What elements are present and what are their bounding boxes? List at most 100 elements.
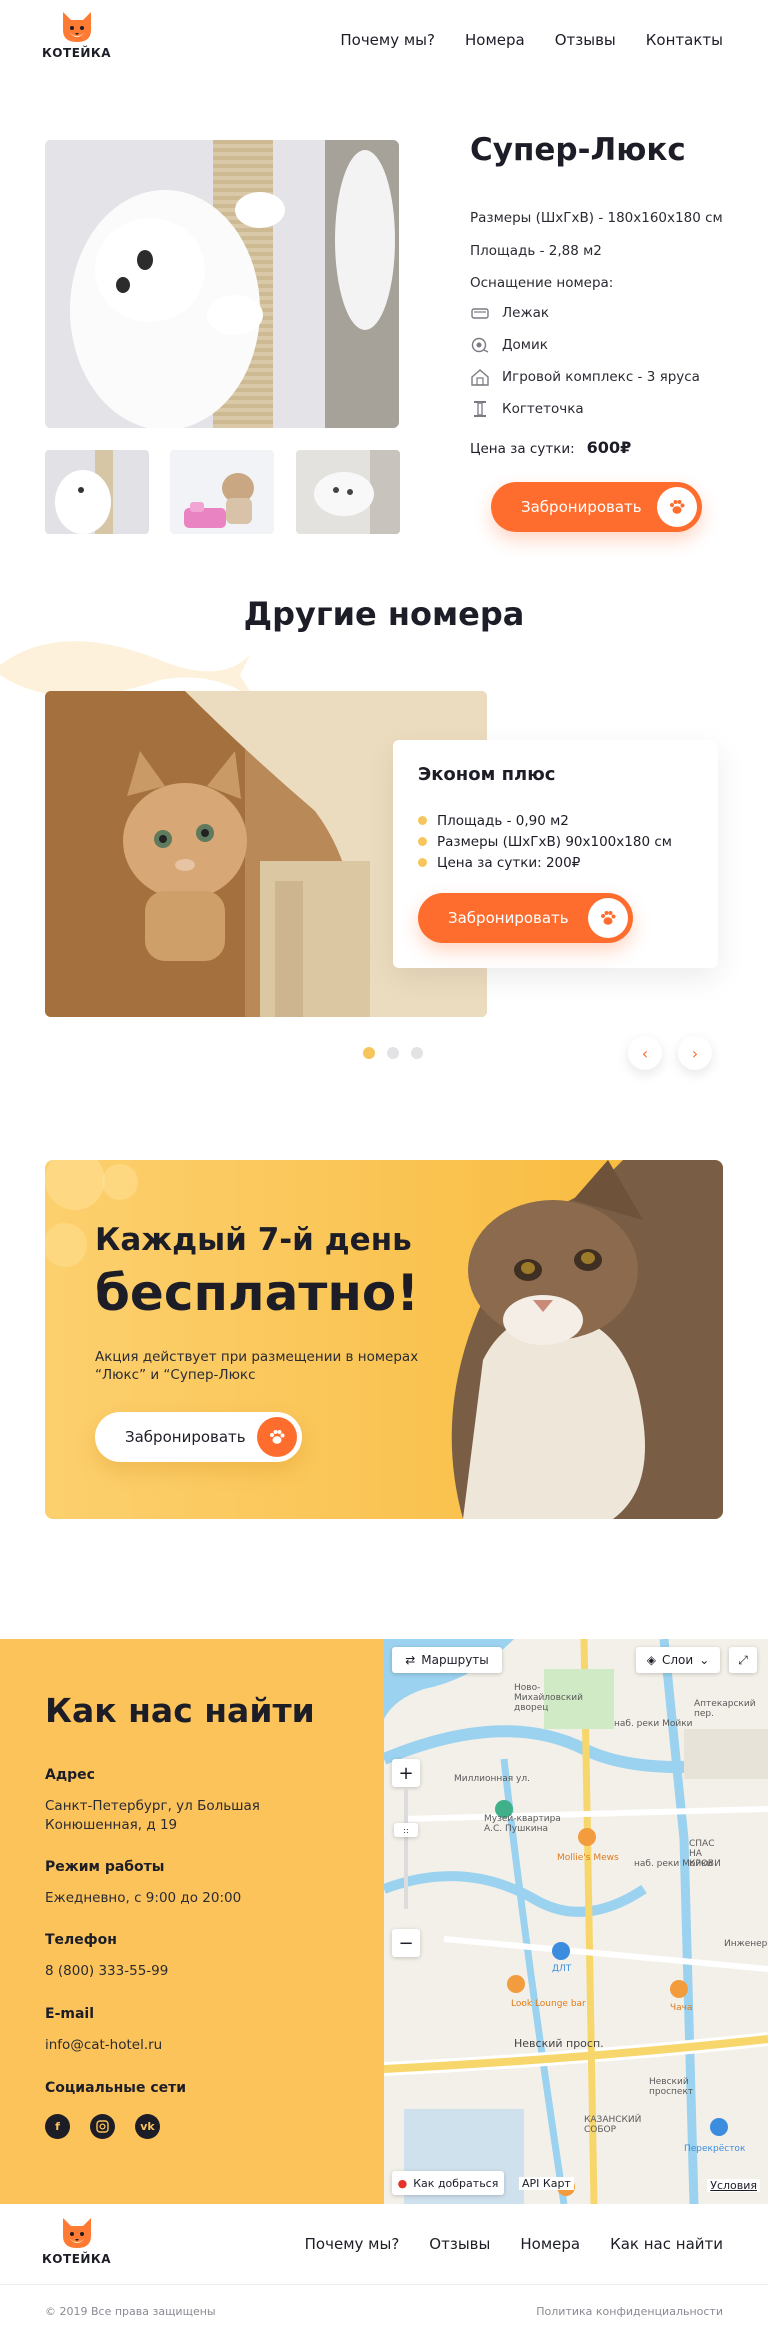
- slider-dot[interactable]: [411, 1047, 423, 1059]
- equipment-item-house: Домик: [470, 336, 548, 354]
- nav-link-contacts[interactable]: Контакты: [646, 31, 723, 49]
- chevron-left-icon: ‹: [641, 1043, 649, 1063]
- promo-headline-big: бесплатно!: [95, 1264, 420, 1322]
- hours-value: Ежедневно, с 9:00 до 20:00: [45, 1890, 242, 1906]
- promo-banner: Каждый 7-й день бесплатно! Акция действу…: [45, 1160, 723, 1519]
- tabby-cat-photo: [451, 1160, 723, 1519]
- zoom-slider[interactable]: [404, 1789, 408, 1909]
- copyright: © 2019 Все права защищены: [45, 2305, 216, 2318]
- map-label: Аптекарский пер.: [694, 1699, 756, 1719]
- room-card-book-button[interactable]: Забронировать: [418, 893, 633, 943]
- logo-text: КОТЕЙКА: [42, 46, 112, 60]
- room-card-title: Эконом плюс: [418, 764, 556, 785]
- address-label: Адрес: [45, 1767, 95, 1783]
- bullet-icon: [418, 837, 427, 846]
- route-icon: ⇄: [405, 1653, 416, 1667]
- privacy-policy-link[interactable]: Политика конфиденциальности: [536, 2305, 723, 2318]
- routes-button[interactable]: ⇄ Маршруты: [392, 1647, 502, 1673]
- list-item: Размеры (ШхГхВ) 90х100х180 см: [418, 831, 672, 852]
- other-rooms-title: Другие номера: [243, 595, 525, 633]
- zoom-in-button[interactable]: +: [392, 1759, 420, 1787]
- zoom-slider-handle[interactable]: ::: [394, 1823, 418, 1837]
- contacts-title: Как нас найти: [45, 1691, 315, 1730]
- map-label: Чача: [670, 2003, 693, 2013]
- book-button-label: Забронировать: [521, 498, 642, 516]
- slider-dots: [363, 1047, 423, 1059]
- map-label: Невский просп.: [514, 2037, 604, 2050]
- price-row: Цена за сутки: 600₽: [470, 438, 631, 457]
- facebook-icon[interactable]: f: [45, 2114, 70, 2139]
- paw-icon: [657, 487, 697, 527]
- cat-logo-icon: [62, 2218, 91, 2248]
- map-label: Look Lounge bar: [511, 1999, 586, 2009]
- thumbnail-1[interactable]: [45, 450, 149, 534]
- footer-link-why-us[interactable]: Почему мы?: [305, 2235, 400, 2253]
- map-pin-icon: ●: [397, 2176, 408, 2190]
- map-api-link[interactable]: API Карт: [519, 2177, 574, 2190]
- map-label: Перекрёсток: [684, 2144, 746, 2154]
- footer-link-reviews[interactable]: Отзывы: [429, 2235, 490, 2253]
- map-label: КАЗАНСКИЙ СОБОР: [584, 2115, 642, 2135]
- slider-next-button[interactable]: ›: [678, 1036, 712, 1070]
- hours-label: Режим работы: [45, 1859, 165, 1875]
- price-value: 600₽: [586, 438, 632, 457]
- logo-text: КОТЕЙКА: [42, 2252, 112, 2266]
- nav-link-rooms[interactable]: Номера: [465, 31, 525, 49]
- layers-button[interactable]: ◈ Слои ⌄: [636, 1647, 720, 1673]
- footer-logo[interactable]: КОТЕЙКА: [42, 2216, 111, 2266]
- nav-link-why-us[interactable]: Почему мы?: [340, 31, 435, 49]
- promo-book-button[interactable]: Забронировать: [95, 1412, 302, 1462]
- bullet-icon: [418, 858, 427, 867]
- map-label: ДЛТ: [552, 1964, 572, 1974]
- site-header: КОТЕЙКА Почему мы? Номера Отзывы Контакт…: [0, 0, 768, 80]
- map-label: Миллионная ул.: [454, 1774, 530, 1784]
- footer-link-rooms[interactable]: Номера: [520, 2235, 580, 2253]
- promo-headline: Каждый 7-й день: [95, 1222, 412, 1258]
- map-label: Невский проспект: [649, 2077, 694, 2097]
- email-value[interactable]: info@cat-hotel.ru: [45, 2036, 162, 2055]
- bullet-icon: [418, 816, 427, 825]
- room-title: Супер-Люкс: [470, 132, 686, 168]
- nav-link-reviews[interactable]: Отзывы: [555, 31, 616, 49]
- directions-button[interactable]: ● Как добраться: [392, 2171, 504, 2195]
- room-size: Размеры (ШхГхВ) - 180х160х180 см: [470, 210, 723, 226]
- zoom-out-button[interactable]: −: [392, 1929, 420, 1957]
- bed-icon: [470, 304, 490, 322]
- book-button[interactable]: Забронировать: [491, 482, 702, 532]
- equipment-item-play-complex: Игровой комплекс - 3 яруса: [470, 368, 700, 386]
- map-label: Музей-квартира А.С. Пушкина: [484, 1814, 561, 1834]
- fullscreen-button[interactable]: ⤢: [729, 1647, 757, 1673]
- logo[interactable]: КОТЕЙКА: [42, 10, 111, 60]
- room-area: Площадь - 2,88 м2: [470, 243, 602, 259]
- social-links: f vk: [45, 2114, 160, 2139]
- vk-icon[interactable]: vk: [135, 2114, 160, 2139]
- equipment-item-scratching-post: Когтеточка: [470, 400, 584, 418]
- equipment-label: Лежак: [502, 305, 550, 321]
- equipment-label: Игровой комплекс - 3 яруса: [502, 369, 700, 385]
- map-terms-link[interactable]: Условия: [707, 2179, 760, 2192]
- slider-dot[interactable]: [387, 1047, 399, 1059]
- footer-link-find-us[interactable]: Как нас найти: [610, 2235, 723, 2253]
- map-canvas: [384, 1639, 768, 2204]
- instagram-icon[interactable]: [90, 2114, 115, 2139]
- slider-dot[interactable]: [363, 1047, 375, 1059]
- map-label: наб. реки Мойки: [614, 1719, 693, 1729]
- room-card-economy: Эконом плюс Площадь - 0,90 м2 Размеры (Ш…: [393, 740, 718, 968]
- cat-logo-icon: [62, 12, 91, 42]
- map[interactable]: ⇄ Маршруты ◈ Слои ⌄ ⤢ + :: − Ново-Михайл…: [384, 1639, 768, 2204]
- phone-value[interactable]: 8 (800) 333-55-99: [45, 1962, 168, 1981]
- chevron-right-icon: ›: [691, 1043, 699, 1063]
- thumbnail-2[interactable]: [170, 450, 274, 534]
- chevron-down-icon: ⌄: [699, 1653, 710, 1667]
- map-label: наб. реки Мойки: [634, 1859, 713, 1869]
- thumbnail-3[interactable]: [296, 450, 400, 534]
- expand-icon: ⤢: [738, 1652, 748, 1667]
- room-main-photo: [45, 140, 399, 428]
- promo-description: Акция действует при размещении в номерах…: [95, 1349, 419, 1383]
- map-label: Инженер...: [724, 1939, 768, 1949]
- price-label: Цена за сутки:: [470, 441, 575, 457]
- slider-prev-button[interactable]: ‹: [628, 1036, 662, 1070]
- layers-icon: ◈: [646, 1653, 656, 1667]
- play-complex-icon: [470, 368, 490, 386]
- equipment-label: Когтеточка: [502, 401, 584, 417]
